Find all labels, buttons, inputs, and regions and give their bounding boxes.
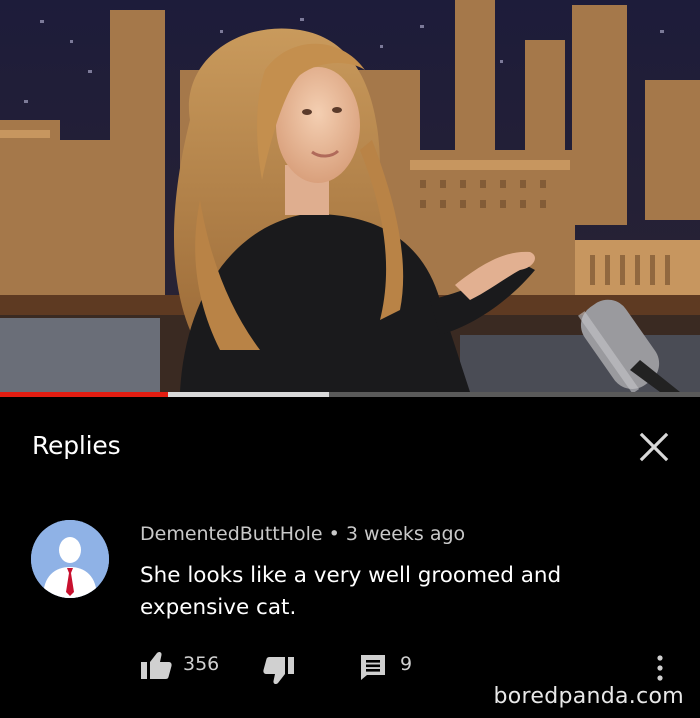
reply-button[interactable] (359, 653, 387, 681)
like-count: 356 (183, 653, 220, 675)
video-player[interactable] (0, 0, 700, 392)
comment-time: 3 weeks ago (345, 523, 466, 545)
close-button[interactable] (634, 427, 674, 467)
like-button[interactable] (140, 651, 172, 681)
reply-icon (361, 655, 385, 680)
close-icon (639, 432, 669, 462)
default-avatar-icon (31, 520, 109, 598)
thumbs-down-icon (263, 657, 294, 685)
comment-actions: 356 9 (0, 647, 700, 687)
thumbs-up-icon (141, 651, 172, 679)
meta-separator: • (328, 523, 340, 545)
comment-text: She looks like a very well groomed and e… (140, 563, 562, 620)
comment-meta: DementedButtHole • 3 weeks ago (140, 523, 465, 545)
dislike-button[interactable] (263, 655, 295, 685)
replies-title: Replies (32, 431, 121, 460)
replies-panel: Replies DementedButtHole • 3 weeks ago She… (0, 397, 700, 718)
more-options-button[interactable] (652, 652, 668, 684)
reply-count: 9 (400, 653, 413, 675)
avatar[interactable] (31, 520, 109, 598)
watermark: boredpanda.com (493, 684, 684, 709)
video-frame (0, 0, 700, 392)
more-vertical-icon (657, 655, 663, 681)
comment-author[interactable]: DementedButtHole (140, 523, 323, 545)
